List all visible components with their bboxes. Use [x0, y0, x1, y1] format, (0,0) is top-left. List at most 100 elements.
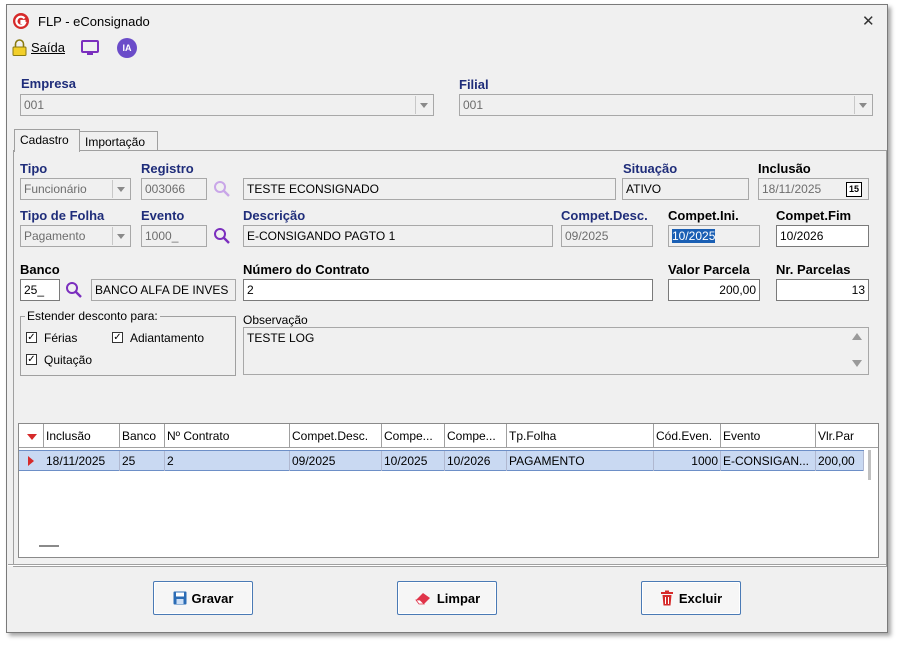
banco-input[interactable]: 25_ [20, 279, 60, 301]
scrollbar-thumb[interactable] [868, 450, 871, 480]
tipo-select[interactable]: Funcionário [20, 178, 131, 200]
valor-parcela-input[interactable]: 200,00 [668, 279, 760, 301]
inclusao-value: 18/11/2025 [762, 182, 822, 196]
scroll-down-icon[interactable] [852, 360, 862, 367]
grid-header-inclusao[interactable]: Inclusão [44, 424, 120, 448]
empresa-value: 001 [24, 98, 45, 112]
search-icon[interactable] [213, 180, 231, 198]
tipo-folha-label: Tipo de Folha [20, 208, 105, 223]
registro-name-field: TESTE ECONSIGNADO [243, 178, 616, 200]
limpar-button[interactable]: Limpar [397, 581, 497, 615]
search-icon[interactable] [65, 281, 83, 299]
filial-value: 001 [463, 98, 484, 112]
numero-contrato-input[interactable]: 2 [243, 279, 653, 301]
ferias-label: Férias [44, 331, 78, 345]
saida-button[interactable]: Saída [31, 40, 65, 55]
vertical-scrollbar[interactable] [864, 448, 878, 557]
grid-header-vlr-par[interactable]: Vlr.Par [816, 424, 878, 448]
registro-input[interactable]: 003066 [141, 178, 207, 200]
sort-arrow-icon [27, 434, 37, 440]
tipo-label: Tipo [20, 161, 48, 176]
compet-fim-label: Compet.Fim [776, 208, 852, 223]
scroll-up-icon[interactable] [852, 333, 862, 340]
cell-compet-fim: 10/2026 [445, 451, 507, 471]
cell-vlr-par: 200,00 [816, 451, 864, 471]
numero-contrato-label: Número do Contrato [243, 262, 370, 277]
banco-label: Banco [20, 262, 60, 277]
grid-header-evento[interactable]: Evento [721, 424, 816, 448]
registro-label: Registro [141, 161, 194, 176]
excluir-label: Excluir [678, 590, 723, 606]
chevron-down-icon[interactable] [112, 180, 129, 198]
tab-importacao[interactable]: Importação [80, 131, 158, 151]
calendar-day: 15 [848, 184, 859, 194]
tab-cadastro[interactable]: Cadastro [14, 129, 80, 152]
grid-header-tp-folha[interactable]: Tp.Folha [507, 424, 654, 448]
quitacao-label: Quitação [44, 353, 93, 367]
chevron-down-icon[interactable] [112, 227, 129, 245]
evento-input[interactable]: 1000_ [141, 225, 207, 247]
ferias-checkbox[interactable]: ✓ [26, 332, 37, 343]
cell-cod-even: 1000 [654, 451, 721, 471]
tipo-value: Funcionário [24, 182, 87, 196]
banco-name-field: BANCO ALFA DE INVES [91, 279, 236, 301]
horizontal-scrollbar-thumb[interactable] [39, 545, 59, 547]
lock-icon[interactable] [12, 39, 27, 56]
filial-label: Filial [459, 77, 489, 92]
grid-header-banco[interactable]: Banco [120, 424, 165, 448]
observacao-label: Observação [243, 313, 308, 327]
cell-inclusao: 18/11/2025 [44, 451, 120, 471]
tipo-folha-select[interactable]: Pagamento [20, 225, 131, 247]
evento-label: Evento [141, 208, 185, 223]
excluir-button[interactable]: Excluir [641, 581, 741, 615]
row-indicator-icon [28, 456, 34, 466]
data-grid[interactable]: Inclusão Banco Nº Contrato Compet.Desc. … [18, 423, 879, 558]
grid-header-contrato[interactable]: Nº Contrato [165, 424, 290, 448]
filial-select[interactable]: 001 [459, 94, 873, 116]
adiantamento-label: Adiantamento [130, 331, 205, 345]
grid-header-cod-even[interactable]: Cód.Even. [654, 424, 721, 448]
chevron-down-icon[interactable] [415, 96, 432, 114]
estender-group [20, 316, 236, 376]
grid-header-compet-fim[interactable]: Compe... [445, 424, 507, 448]
chevron-down-icon[interactable] [854, 96, 871, 114]
cell-compet-desc: 09/2025 [290, 451, 382, 471]
compet-desc-input[interactable]: 09/2025 [561, 225, 653, 247]
observacao-textarea[interactable]: TESTE LOG [243, 327, 869, 375]
empresa-select[interactable]: 001 [20, 94, 434, 116]
monitor-icon[interactable] [80, 39, 100, 57]
compet-ini-value: 10/2025 [672, 229, 716, 243]
adiantamento-checkbox[interactable]: ✓ [112, 332, 123, 343]
cell-compet-ini: 10/2025 [382, 451, 445, 471]
search-icon[interactable] [213, 227, 231, 245]
ia-icon[interactable]: IA [117, 38, 137, 58]
nr-parcelas-label: Nr. Parcelas [776, 262, 851, 277]
compet-fim-input[interactable]: 10/2026 [776, 225, 869, 247]
descricao-label: Descrição [243, 208, 306, 223]
cell-contrato: 2 [165, 451, 290, 471]
trash-icon [660, 590, 674, 606]
compet-ini-label: Compet.Ini. [668, 208, 739, 223]
quitacao-checkbox[interactable]: ✓ [26, 354, 37, 365]
situacao-label: Situação [623, 161, 678, 176]
inclusao-label: Inclusão [758, 161, 811, 176]
cell-tp-folha: PAGAMENTO [507, 451, 654, 471]
compet-ini-input[interactable]: 10/2025 [668, 225, 760, 247]
grid-header-compet-ini[interactable]: Compe... [382, 424, 445, 448]
close-icon[interactable]: ✕ [862, 12, 875, 30]
empresa-label: Empresa [21, 76, 76, 91]
bottom-divider [8, 564, 886, 566]
tab-importacao-label: Importação [85, 135, 146, 149]
table-row[interactable]: 18/11/2025 25 2 09/2025 10/2025 10/2026 … [19, 450, 864, 471]
calendar-icon[interactable]: 15 [846, 182, 862, 197]
gravar-button[interactable]: Gravar [153, 581, 253, 615]
eraser-icon [414, 591, 432, 605]
tipo-folha-value: Pagamento [24, 229, 86, 243]
nr-parcelas-input[interactable]: 13 [776, 279, 869, 301]
tab-cadastro-label: Cadastro [20, 133, 69, 147]
estender-label: Estender desconto para: [25, 309, 160, 323]
observacao-value: TESTE LOG [247, 331, 315, 345]
grid-header-compet-desc[interactable]: Compet.Desc. [290, 424, 382, 448]
window-title: FLP - eConsignado [38, 14, 150, 29]
cell-evento: E-CONSIGAN... [721, 451, 816, 471]
